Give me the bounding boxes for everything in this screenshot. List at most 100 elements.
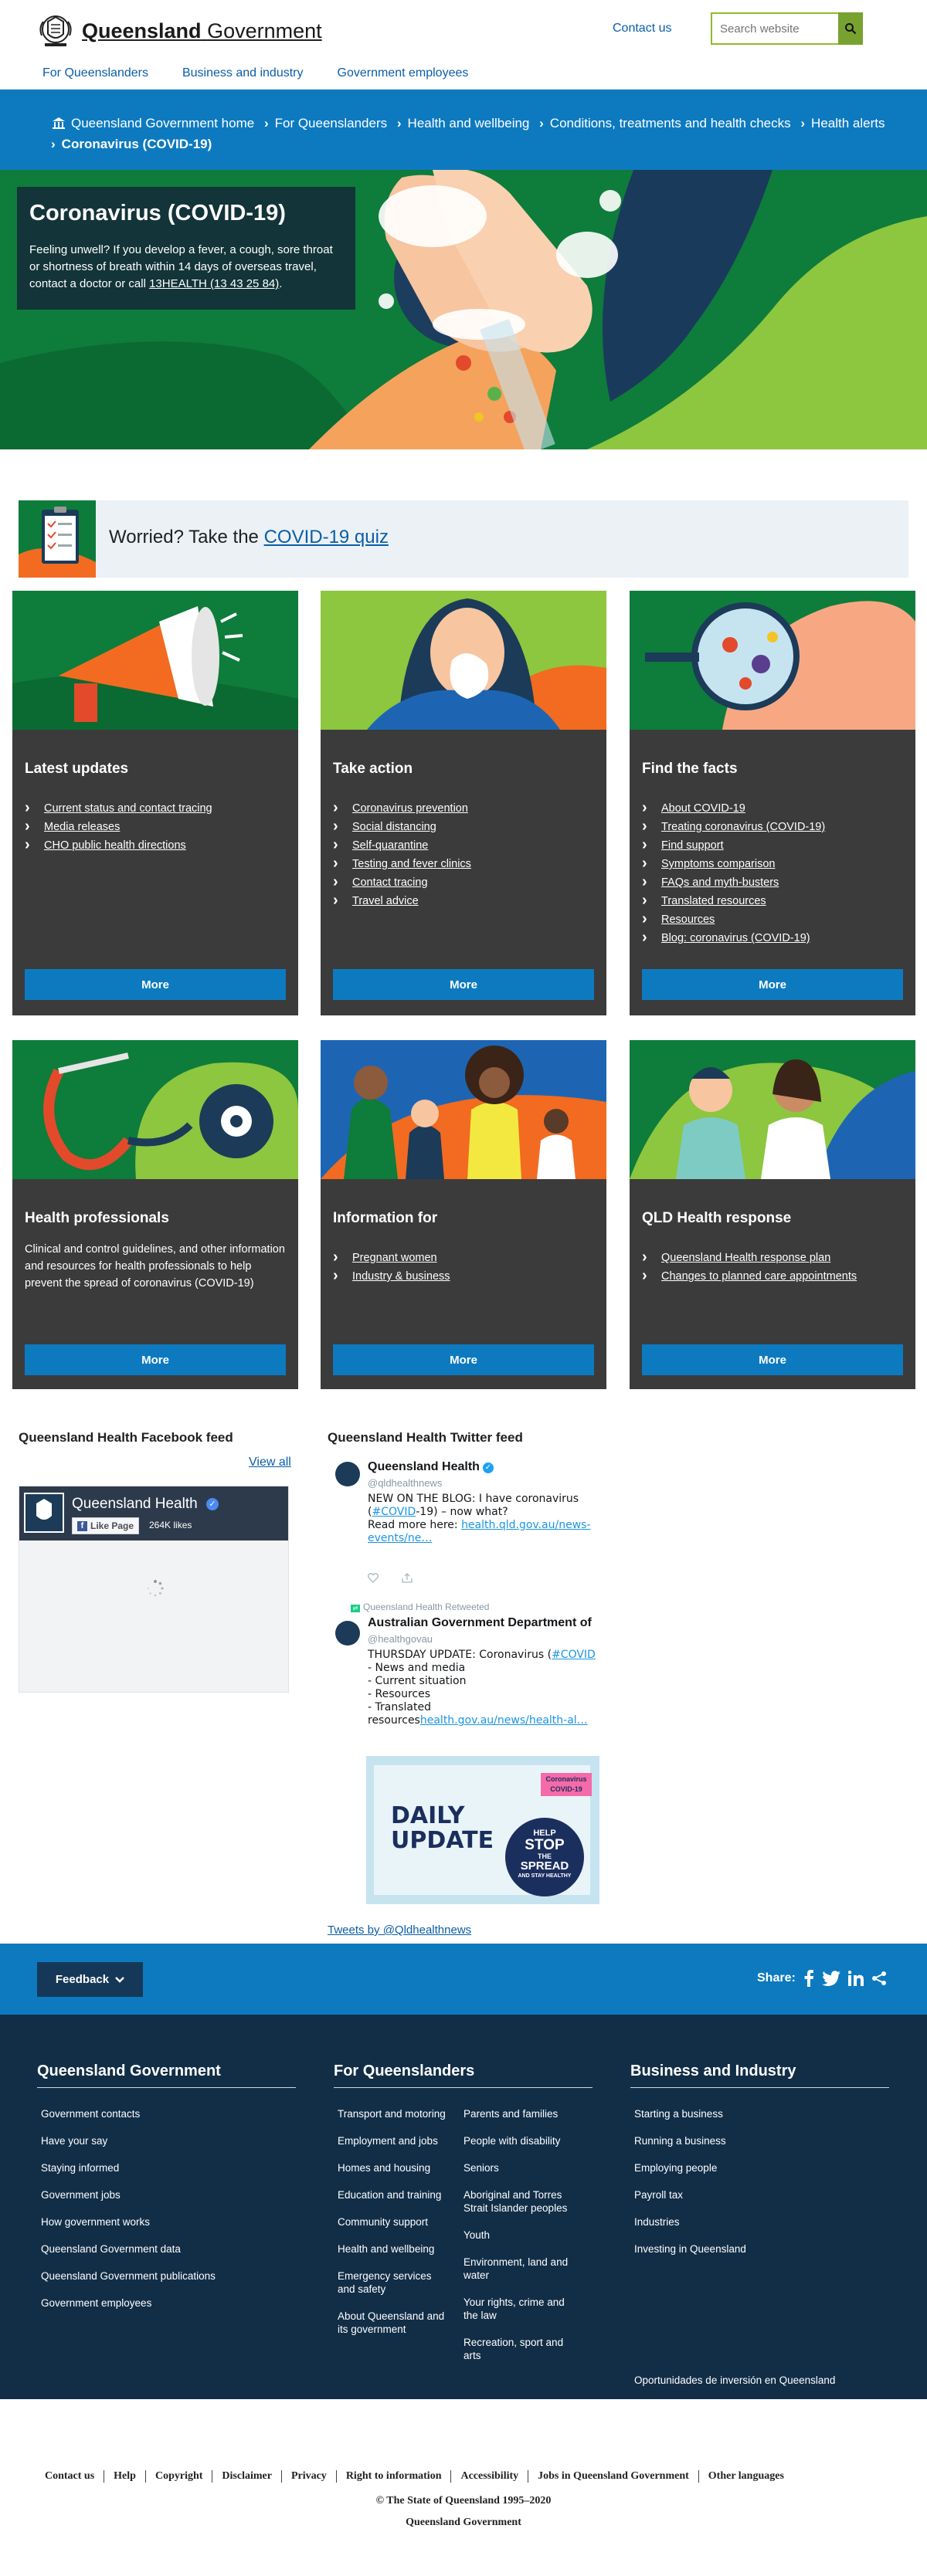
list-item: Education and training [338, 2188, 446, 2201]
hashtag-link[interactable]: #COVID [372, 1506, 416, 1518]
list-item: Staying informed [41, 2161, 216, 2174]
link-translated-resources[interactable]: Translated resources [661, 895, 766, 907]
tweets-by-link[interactable]: Tweets by @Qldhealthnews [328, 1924, 471, 1937]
footer-link[interactable]: Parents and families [464, 2108, 558, 2120]
tweet-link[interactable]: health.qld.gov.au/news- [461, 1519, 590, 1531]
footer-link[interactable]: Employment and jobs [338, 2135, 438, 2147]
facebook-icon[interactable] [803, 1970, 814, 1987]
footer-link[interactable]: Staying informed [41, 2162, 119, 2174]
footer-link[interactable]: How government works [41, 2216, 150, 2228]
tweet-image[interactable]: DAILY UPDATE Coronavirus COVID-19 HELP S… [366, 1756, 599, 1904]
legal-link-accessibility[interactable]: Accessibility [451, 2470, 529, 2483]
view-all-link[interactable]: View all [249, 1456, 291, 1469]
link-media-releases[interactable]: Media releases [44, 821, 120, 833]
link-prevention[interactable]: Coronavirus prevention [352, 802, 468, 815]
like-heart-icon[interactable] [368, 1573, 379, 1583]
footer-link[interactable]: Aboriginal and Torres Strait Islander pe… [464, 2189, 567, 2214]
twitter-icon[interactable] [821, 1971, 840, 1986]
legal-link-privacy[interactable]: Privacy [282, 2470, 337, 2483]
link-find-support[interactable]: Find support [661, 839, 724, 852]
like-page-button[interactable]: f Like Page [72, 1517, 140, 1534]
footer-link[interactable]: Payroll tax [634, 2189, 683, 2201]
legal-link-disclaimer[interactable]: Disclaimer [212, 2470, 282, 2483]
link-about-covid[interactable]: About COVID-19 [661, 802, 745, 815]
more-button[interactable]: More [642, 1344, 903, 1375]
footer-link[interactable]: Youth [464, 2229, 490, 2241]
footer-link[interactable]: Emergency services and safety [338, 2270, 432, 2295]
more-button[interactable]: More [642, 969, 903, 1000]
legal-link-rti[interactable]: Right to information [337, 2470, 452, 2483]
linkedin-icon[interactable] [847, 1971, 864, 1986]
link-travel-advice[interactable]: Travel advice [352, 895, 419, 907]
footer-link[interactable]: Have your say [41, 2135, 107, 2147]
13health-phone-link[interactable]: 13HEALTH (13 43 25 84) [149, 277, 279, 290]
footer-link[interactable]: Queensland Government data [41, 2243, 181, 2255]
link-faqs[interactable]: FAQs and myth-busters [661, 876, 779, 889]
footer-link[interactable]: Recreation, sport and arts [464, 2337, 563, 2361]
link-blog[interactable]: Blog: coronavirus (COVID-19) [661, 932, 810, 944]
legal-link-help[interactable]: Help [104, 2470, 146, 2483]
link-social-distancing[interactable]: Social distancing [352, 821, 436, 833]
legal-link-languages[interactable]: Other languages [699, 2470, 793, 2483]
breadcrumb-health-wellbeing[interactable]: Health and wellbeing [408, 116, 530, 130]
tweet-link[interactable]: health.gov.au/news/health-al… [420, 1714, 588, 1727]
footer-link[interactable]: Homes and housing [338, 2162, 430, 2174]
link-pregnant-women[interactable]: Pregnant women [352, 1252, 437, 1264]
footer-link[interactable]: Your rights, crime and the law [464, 2296, 565, 2321]
legal-link-copyright[interactable]: Copyright [146, 2470, 213, 2483]
footer-link[interactable]: Environment, land and water [464, 2256, 568, 2281]
nav-government-employees[interactable]: Government employees [338, 66, 469, 80]
footer-link[interactable]: Education and training [338, 2189, 441, 2201]
link-response-plan[interactable]: Queensland Health response plan [661, 1252, 830, 1264]
link-symptoms-comparison[interactable]: Symptoms comparison [661, 858, 775, 870]
footer-link[interactable]: Health and wellbeing [338, 2243, 434, 2255]
link-self-quarantine[interactable]: Self-quarantine [352, 839, 428, 852]
link-industry-business[interactable]: Industry & business [352, 1270, 450, 1283]
link-cho-directions[interactable]: CHO public health directions [44, 839, 186, 852]
feedback-button[interactable]: Feedback [37, 1962, 143, 1997]
covid-quiz-link[interactable]: COVID-19 quiz [264, 527, 389, 547]
footer-link[interactable]: Government employees [41, 2297, 151, 2309]
link-contact-tracing[interactable]: Contact tracing [352, 876, 428, 889]
share-icon[interactable] [402, 1573, 413, 1583]
link-treating-coronavirus[interactable]: Treating coronavirus (COVID-19) [661, 821, 825, 833]
legal-link-jobs[interactable]: Jobs in Queensland Government [528, 2470, 699, 2483]
share-icon[interactable] [871, 1971, 887, 1986]
footer-link[interactable]: Government contacts [41, 2108, 140, 2120]
footer-link[interactable]: Industries [634, 2216, 680, 2228]
footer-link[interactable]: Starting a business [634, 2108, 723, 2120]
link-current-status[interactable]: Current status and contact tracing [44, 802, 212, 815]
more-button[interactable]: More [25, 969, 286, 1000]
footer-link[interactable]: Employing people [634, 2162, 717, 2174]
tweet-link-continued[interactable]: events/ne… [368, 1532, 432, 1544]
footer-link[interactable]: People with disability [464, 2135, 560, 2147]
search-button[interactable] [838, 12, 863, 45]
footer-link[interactable]: Community support [338, 2216, 428, 2228]
breadcrumb-health-alerts[interactable]: Health alerts [811, 116, 885, 130]
link-testing-clinics[interactable]: Testing and fever clinics [352, 858, 471, 870]
footer-link[interactable]: Transport and motoring [338, 2108, 446, 2120]
quiz-banner: Worried? Take the COVID-19 quiz [19, 500, 908, 578]
more-button[interactable]: More [333, 969, 594, 1000]
nav-for-queenslanders[interactable]: For Queenslanders [42, 66, 148, 80]
link-planned-care[interactable]: Changes to planned care appointments [661, 1270, 857, 1283]
hashtag-link[interactable]: #COVID [552, 1649, 596, 1661]
search-input[interactable] [711, 12, 838, 45]
footer-link[interactable]: About Queensland and its government [338, 2310, 444, 2335]
footer-link[interactable]: Investing in Queensland [634, 2243, 746, 2255]
footer-link[interactable]: Government jobs [41, 2189, 121, 2201]
more-button[interactable]: More [333, 1344, 594, 1375]
link-resources[interactable]: Resources [661, 913, 715, 926]
site-logo[interactable]: Queensland Government [37, 12, 322, 49]
legal-link-contact[interactable]: Contact us [37, 2470, 105, 2483]
footer-link[interactable]: Queensland Government publications [41, 2270, 216, 2282]
contact-us-link[interactable]: Contact us [613, 22, 671, 36]
more-button[interactable]: More [25, 1344, 286, 1375]
footer-link-investment-spanish[interactable]: Oportunidades de inversión en Queensland [634, 2374, 835, 2386]
footer-link[interactable]: Running a business [634, 2135, 726, 2147]
nav-business-industry[interactable]: Business and industry [182, 66, 304, 80]
breadcrumb-for-queenslanders[interactable]: For Queenslanders [275, 116, 388, 130]
breadcrumb-conditions[interactable]: Conditions, treatments and health checks [550, 116, 791, 130]
footer-link[interactable]: Seniors [464, 2162, 499, 2174]
breadcrumb-home[interactable]: Queensland Government home [71, 116, 254, 130]
